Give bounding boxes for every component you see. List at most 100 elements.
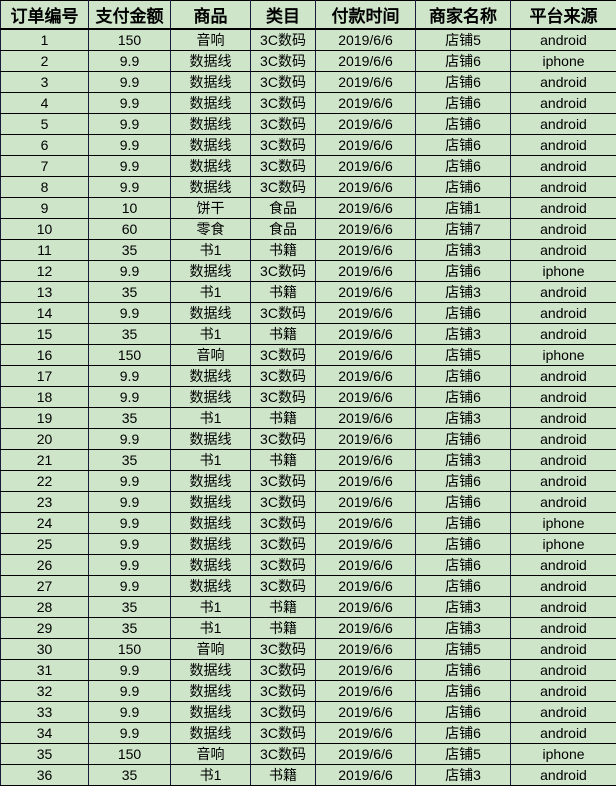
cell-pay_time[interactable]: 2019/6/6	[316, 723, 416, 744]
cell-category[interactable]: 书籍	[251, 282, 316, 303]
cell-amount[interactable]: 35	[89, 597, 171, 618]
cell-category[interactable]: 书籍	[251, 597, 316, 618]
cell-category[interactable]: 3C数码	[251, 345, 316, 366]
table-row[interactable]: 35150音响3C数码2019/6/6店铺5iphone	[1, 744, 616, 765]
cell-category[interactable]: 书籍	[251, 240, 316, 261]
cell-amount[interactable]: 9.9	[89, 156, 171, 177]
cell-product[interactable]: 书1	[171, 282, 251, 303]
cell-id[interactable]: 13	[1, 282, 89, 303]
cell-pay_time[interactable]: 2019/6/6	[316, 513, 416, 534]
cell-id[interactable]: 4	[1, 93, 89, 114]
cell-pay_time[interactable]: 2019/6/6	[316, 471, 416, 492]
cell-platform[interactable]: android	[511, 765, 616, 786]
cell-amount[interactable]: 35	[89, 408, 171, 429]
cell-category[interactable]: 3C数码	[251, 114, 316, 135]
cell-shop[interactable]: 店铺6	[416, 51, 511, 72]
cell-shop[interactable]: 店铺6	[416, 135, 511, 156]
cell-product[interactable]: 数据线	[171, 387, 251, 408]
cell-category[interactable]: 3C数码	[251, 639, 316, 660]
cell-id[interactable]: 20	[1, 429, 89, 450]
cell-amount[interactable]: 9.9	[89, 135, 171, 156]
cell-category[interactable]: 食品	[251, 219, 316, 240]
cell-category[interactable]: 书籍	[251, 324, 316, 345]
cell-product[interactable]: 书1	[171, 240, 251, 261]
cell-shop[interactable]: 店铺1	[416, 198, 511, 219]
cell-id[interactable]: 10	[1, 219, 89, 240]
table-row[interactable]: 2135书1书籍2019/6/6店铺3android	[1, 450, 616, 471]
cell-pay_time[interactable]: 2019/6/6	[316, 345, 416, 366]
cell-shop[interactable]: 店铺3	[416, 324, 511, 345]
cell-category[interactable]: 3C数码	[251, 177, 316, 198]
cell-amount[interactable]: 60	[89, 219, 171, 240]
cell-amount[interactable]: 9.9	[89, 513, 171, 534]
table-row[interactable]: 1060零食食品2019/6/6店铺7android	[1, 219, 616, 240]
cell-shop[interactable]: 店铺3	[416, 597, 511, 618]
cell-platform[interactable]: android	[511, 303, 616, 324]
cell-amount[interactable]: 9.9	[89, 576, 171, 597]
cell-platform[interactable]: android	[511, 177, 616, 198]
cell-id[interactable]: 24	[1, 513, 89, 534]
cell-id[interactable]: 19	[1, 408, 89, 429]
cell-id[interactable]: 12	[1, 261, 89, 282]
cell-shop[interactable]: 店铺3	[416, 450, 511, 471]
cell-product[interactable]: 数据线	[171, 261, 251, 282]
cell-id[interactable]: 31	[1, 660, 89, 681]
cell-platform[interactable]: android	[511, 366, 616, 387]
cell-shop[interactable]: 店铺6	[416, 492, 511, 513]
column-header-product[interactable]: 商品	[171, 1, 251, 30]
cell-id[interactable]: 5	[1, 114, 89, 135]
cell-pay_time[interactable]: 2019/6/6	[316, 240, 416, 261]
cell-id[interactable]: 3	[1, 72, 89, 93]
column-header-id[interactable]: 订单编号	[1, 1, 89, 30]
cell-amount[interactable]: 10	[89, 198, 171, 219]
cell-shop[interactable]: 店铺3	[416, 240, 511, 261]
cell-shop[interactable]: 店铺3	[416, 282, 511, 303]
cell-product[interactable]: 书1	[171, 597, 251, 618]
cell-product[interactable]: 音响	[171, 345, 251, 366]
cell-shop[interactable]: 店铺3	[416, 765, 511, 786]
cell-id[interactable]: 29	[1, 618, 89, 639]
cell-pay_time[interactable]: 2019/6/6	[316, 282, 416, 303]
cell-category[interactable]: 3C数码	[251, 72, 316, 93]
cell-product[interactable]: 零食	[171, 219, 251, 240]
cell-id[interactable]: 23	[1, 492, 89, 513]
cell-platform[interactable]: android	[511, 660, 616, 681]
cell-platform[interactable]: android	[511, 555, 616, 576]
cell-amount[interactable]: 9.9	[89, 177, 171, 198]
cell-pay_time[interactable]: 2019/6/6	[316, 72, 416, 93]
cell-shop[interactable]: 店铺3	[416, 618, 511, 639]
cell-platform[interactable]: android	[511, 282, 616, 303]
cell-category[interactable]: 书籍	[251, 618, 316, 639]
cell-product[interactable]: 数据线	[171, 114, 251, 135]
cell-shop[interactable]: 店铺6	[416, 177, 511, 198]
cell-product[interactable]: 音响	[171, 639, 251, 660]
cell-shop[interactable]: 店铺5	[416, 744, 511, 765]
cell-platform[interactable]: android	[511, 219, 616, 240]
cell-amount[interactable]: 35	[89, 618, 171, 639]
table-row[interactable]: 269.9数据线3C数码2019/6/6店铺6android	[1, 555, 616, 576]
cell-id[interactable]: 27	[1, 576, 89, 597]
table-row[interactable]: 29.9数据线3C数码2019/6/6店铺6iphone	[1, 51, 616, 72]
cell-platform[interactable]: android	[511, 450, 616, 471]
cell-product[interactable]: 数据线	[171, 303, 251, 324]
table-row[interactable]: 49.9数据线3C数码2019/6/6店铺6android	[1, 93, 616, 114]
cell-platform[interactable]: android	[511, 114, 616, 135]
column-header-shop[interactable]: 商家名称	[416, 1, 511, 30]
cell-product[interactable]: 音响	[171, 744, 251, 765]
cell-amount[interactable]: 9.9	[89, 681, 171, 702]
cell-shop[interactable]: 店铺6	[416, 534, 511, 555]
cell-amount[interactable]: 35	[89, 450, 171, 471]
cell-id[interactable]: 21	[1, 450, 89, 471]
cell-id[interactable]: 33	[1, 702, 89, 723]
cell-product[interactable]: 数据线	[171, 72, 251, 93]
cell-platform[interactable]: android	[511, 156, 616, 177]
cell-category[interactable]: 3C数码	[251, 429, 316, 450]
cell-id[interactable]: 30	[1, 639, 89, 660]
cell-platform[interactable]: android	[511, 72, 616, 93]
cell-platform[interactable]: iphone	[511, 744, 616, 765]
table-row[interactable]: 59.9数据线3C数码2019/6/6店铺6android	[1, 114, 616, 135]
cell-shop[interactable]: 店铺5	[416, 639, 511, 660]
cell-shop[interactable]: 店铺6	[416, 723, 511, 744]
cell-product[interactable]: 数据线	[171, 576, 251, 597]
table-row[interactable]: 89.9数据线3C数码2019/6/6店铺6android	[1, 177, 616, 198]
